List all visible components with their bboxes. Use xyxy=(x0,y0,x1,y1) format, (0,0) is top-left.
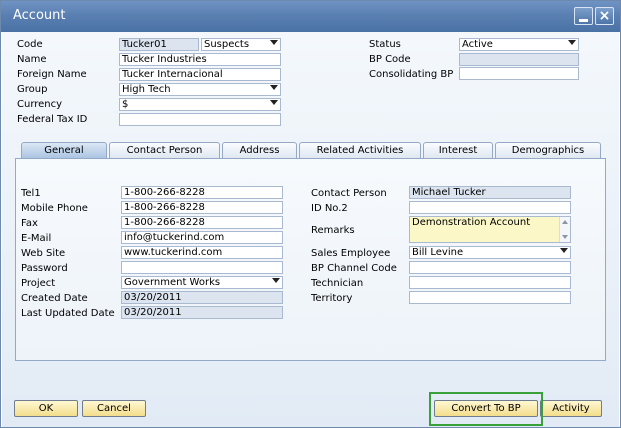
account-window: Account × Code Tucker01 Suspects Name Tu… xyxy=(0,0,621,428)
contact-person-label: Contact Person xyxy=(311,188,387,199)
currency-value: $ xyxy=(122,99,129,110)
activity-button[interactable]: Activity xyxy=(540,400,602,417)
name-field[interactable]: Tucker Industries xyxy=(119,53,281,66)
code-type-select[interactable]: Suspects xyxy=(201,38,281,51)
last-updated-label: Last Updated Date xyxy=(21,308,115,319)
email-field[interactable]: info@tuckerind.com xyxy=(121,231,283,244)
technician-field[interactable] xyxy=(409,276,571,289)
password-field[interactable] xyxy=(121,261,283,274)
tel1-field[interactable]: 1-800-266-8228 xyxy=(121,186,283,199)
minimize-button[interactable] xyxy=(574,7,593,25)
fax-label: Fax xyxy=(21,218,38,229)
sales-employee-label: Sales Employee xyxy=(311,248,391,259)
chevron-down-icon xyxy=(270,100,278,105)
remarks-field[interactable]: Demonstration Account xyxy=(409,216,571,243)
website-field[interactable]: www.tuckerind.com xyxy=(121,246,283,259)
project-label: Project xyxy=(21,278,56,289)
chevron-down-icon xyxy=(560,248,568,253)
project-value: Government Works xyxy=(124,277,221,288)
title-bar: Account × xyxy=(1,1,620,32)
status-select[interactable]: Active xyxy=(459,38,579,51)
remarks-label: Remarks xyxy=(311,225,355,236)
last-updated-field[interactable]: 03/20/2011 xyxy=(121,306,283,319)
code-field[interactable]: Tucker01 xyxy=(119,38,199,51)
group-label: Group xyxy=(17,84,48,95)
fax-field[interactable]: 1-800-266-8228 xyxy=(121,216,283,229)
territory-field[interactable] xyxy=(409,291,571,304)
password-label: Password xyxy=(21,263,68,274)
ok-button[interactable]: OK xyxy=(14,400,78,417)
created-date-field[interactable]: 03/20/2011 xyxy=(121,291,283,304)
chevron-down-icon xyxy=(270,40,278,45)
consolidating-bp-label: Consolidating BP xyxy=(369,69,454,80)
foreign-name-field[interactable]: Tucker Internacional xyxy=(119,68,281,81)
project-select[interactable]: Government Works xyxy=(121,276,283,289)
tab-demographics[interactable]: Demographics xyxy=(495,142,601,159)
remarks-scrollbar[interactable] xyxy=(559,217,570,242)
website-label: Web Site xyxy=(21,248,66,259)
group-select[interactable]: High Tech xyxy=(119,83,281,96)
federal-tax-field[interactable] xyxy=(119,113,281,126)
scroll-down-icon xyxy=(562,235,568,239)
bp-code-label: BP Code xyxy=(369,54,411,65)
code-label: Code xyxy=(17,39,43,50)
email-label: E-Mail xyxy=(21,233,52,244)
foreign-name-label: Foreign Name xyxy=(17,69,87,80)
tab-address[interactable]: Address xyxy=(222,142,297,159)
close-icon: × xyxy=(598,8,611,24)
tel1-label: Tel1 xyxy=(21,188,41,199)
minimize-icon xyxy=(579,19,588,22)
tab-related-activities[interactable]: Related Activities xyxy=(299,142,421,159)
mobile-phone-field[interactable]: 1-800-266-8228 xyxy=(121,201,283,214)
status-value: Active xyxy=(462,39,493,50)
technician-label: Technician xyxy=(311,278,364,289)
scroll-up-icon xyxy=(562,220,568,224)
name-label: Name xyxy=(17,54,47,65)
tab-contact-person[interactable]: Contact Person xyxy=(109,142,220,159)
window-title: Account xyxy=(13,8,66,23)
cancel-button[interactable]: Cancel xyxy=(82,400,146,417)
contact-person-field[interactable]: Michael Tucker xyxy=(409,186,571,199)
bp-channel-code-label: BP Channel Code xyxy=(311,263,397,274)
tab-general[interactable]: General xyxy=(21,142,107,159)
currency-select[interactable]: $ xyxy=(119,98,281,111)
tab-interest[interactable]: Interest xyxy=(423,142,493,159)
chevron-down-icon xyxy=(568,40,576,45)
status-label: Status xyxy=(369,39,401,50)
remarks-value: Demonstration Account xyxy=(412,217,531,228)
form-body: Code Tucker01 Suspects Name Tucker Indus… xyxy=(2,32,619,427)
consolidating-bp-field[interactable] xyxy=(459,67,579,80)
chevron-down-icon xyxy=(272,278,280,283)
bp-code-field[interactable] xyxy=(459,53,579,66)
sales-employee-value: Bill Levine xyxy=(412,247,464,258)
federal-tax-label: Federal Tax ID xyxy=(17,114,88,125)
convert-button-highlight xyxy=(429,392,543,426)
id-no2-label: ID No.2 xyxy=(311,203,348,214)
chevron-down-icon xyxy=(270,85,278,90)
group-value: High Tech xyxy=(122,84,171,95)
mobile-phone-label: Mobile Phone xyxy=(21,203,88,214)
close-button[interactable]: × xyxy=(595,7,614,25)
created-date-label: Created Date xyxy=(21,293,88,304)
sales-employee-select[interactable]: Bill Levine xyxy=(409,246,571,259)
code-type-value: Suspects xyxy=(204,39,250,50)
currency-label: Currency xyxy=(17,99,63,110)
territory-label: Territory xyxy=(311,293,353,304)
bp-channel-code-field[interactable] xyxy=(409,261,571,274)
id-no2-field[interactable] xyxy=(409,201,571,214)
